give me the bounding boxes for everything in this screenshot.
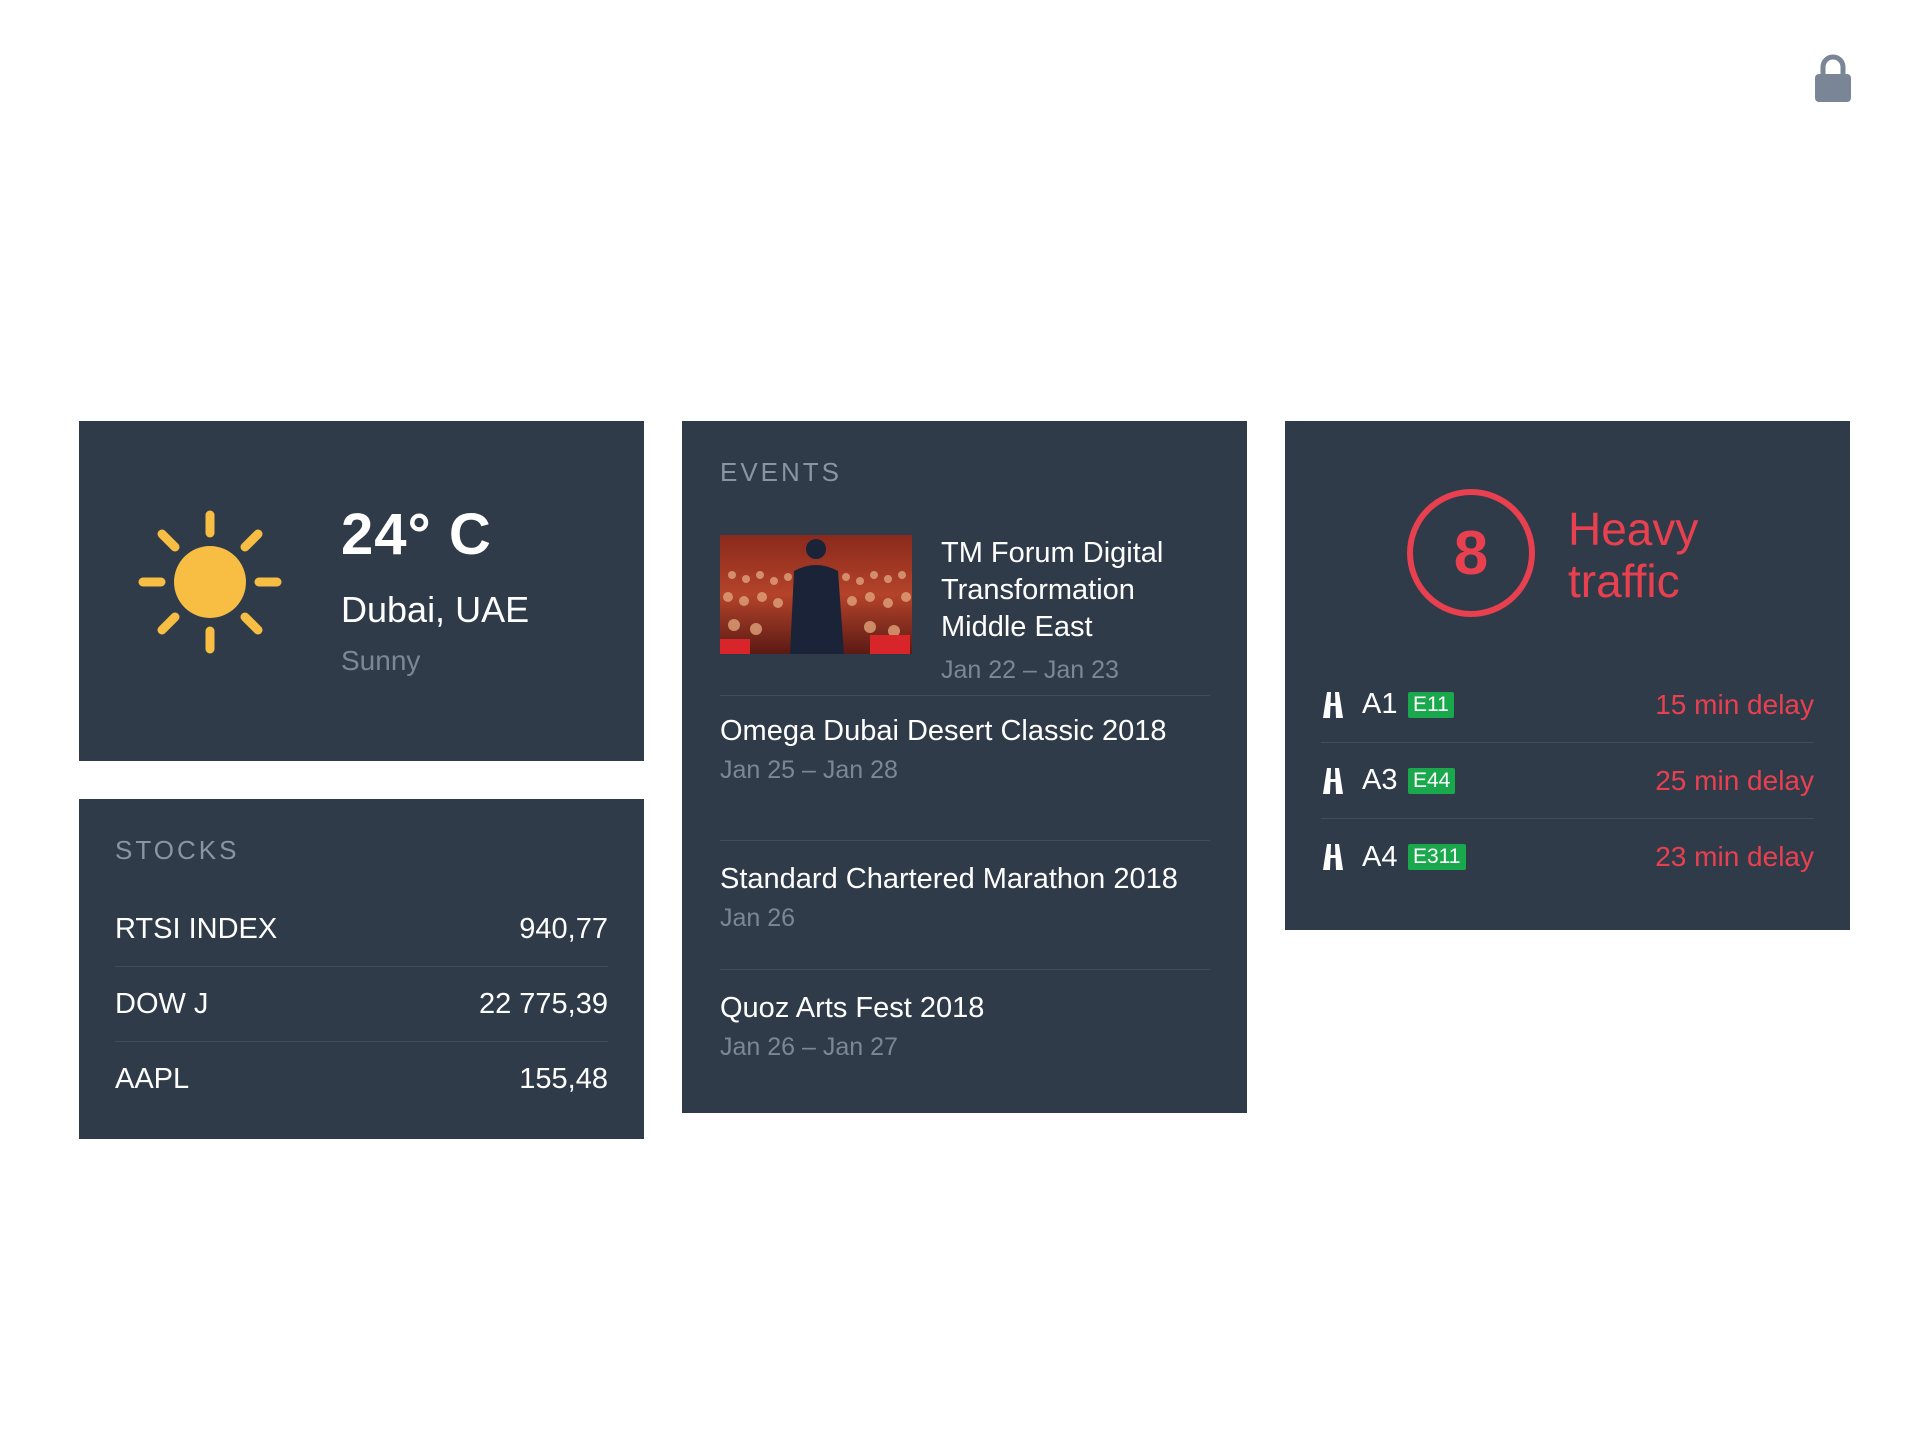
road-row[interactable]: A1 E11 15 min delay: [1321, 667, 1814, 743]
stock-list: RTSI INDEX 940,77 DOW J 22 775,39 AAPL 1…: [115, 892, 608, 1117]
road-icon: [1323, 844, 1343, 870]
road-row[interactable]: A4 E311 23 min delay: [1321, 819, 1814, 895]
stock-name: AAPL: [115, 1063, 190, 1095]
road-delay: 23 min delay: [1655, 841, 1814, 872]
traffic-status: Heavy traffic: [1568, 503, 1699, 607]
traffic-score: 8: [1407, 489, 1535, 617]
road-list: A1 E11 15 min delay A3 E44 25 min delay …: [1321, 667, 1814, 895]
stock-row[interactable]: AAPL 155,48: [115, 1042, 608, 1117]
weather-card[interactable]: 24° C Dubai, UAE Sunny: [79, 421, 644, 761]
events-card: EVENTS TM Forum Digital Transformation M…: [682, 421, 1247, 1113]
road-name: A3: [1362, 764, 1398, 796]
stock-value: 22 775,39: [478, 987, 608, 1020]
road-delay: 15 min delay: [1655, 688, 1814, 720]
location: Dubai, UAE: [341, 589, 530, 630]
road-name: A1: [1362, 688, 1398, 720]
lock-icon[interactable]: [1813, 52, 1853, 104]
event-title: Quoz Arts Fest 2018: [720, 992, 985, 1024]
road-delay: 25 min delay: [1655, 764, 1814, 796]
road-badge: E311: [1408, 844, 1466, 870]
event-item[interactable]: Quoz Arts Fest 2018 Jan 26 – Jan 27: [720, 970, 1210, 1090]
traffic-card[interactable]: 8 Heavy traffic A1 E11 15 min delay A3 E…: [1285, 421, 1850, 930]
stock-row[interactable]: DOW J 22 775,39: [115, 967, 608, 1042]
road-row[interactable]: A3 E44 25 min delay: [1321, 743, 1814, 819]
event-item[interactable]: Standard Chartered Marathon 2018 Jan 26: [720, 841, 1210, 970]
event-title: Standard Chartered Marathon 2018: [720, 863, 1178, 895]
event-thumbnail[interactable]: [720, 535, 912, 654]
event-dates: Jan 25 – Jan 28: [720, 756, 898, 784]
events-title: EVENTS: [720, 457, 843, 487]
road-badge: E44: [1408, 767, 1456, 794]
event-item[interactable]: Omega Dubai Desert Classic 2018 Jan 25 –…: [720, 713, 1210, 841]
event-title: TM Forum Digital Transformation Middle E…: [941, 537, 1164, 643]
stocks-title: STOCKS: [115, 835, 240, 865]
stock-row[interactable]: RTSI INDEX 940,77: [115, 892, 608, 967]
stock-name: RTSI INDEX: [115, 912, 278, 945]
road-icon: [1323, 767, 1343, 794]
event-title: Omega Dubai Desert Classic 2018: [720, 715, 1167, 747]
event-dates: Jan 26 – Jan 27: [720, 1033, 898, 1061]
stocks-card: STOCKS RTSI INDEX 940,77 DOW J 22 775,39…: [79, 799, 644, 1139]
temperature: 24° C: [341, 502, 492, 567]
road-name: A4: [1362, 840, 1398, 873]
sun-icon: [138, 510, 282, 654]
stock-value: 155,48: [519, 1063, 608, 1095]
stock-value: 940,77: [519, 912, 608, 945]
road-icon: [1323, 691, 1343, 718]
event-dates: Jan 26: [720, 904, 796, 932]
event-dates: Jan 22 – Jan 23: [941, 656, 1119, 684]
weather-condition: Sunny: [341, 645, 421, 676]
conference-speaker-photo: [720, 535, 912, 654]
event-item[interactable]: TM Forum Digital Transformation Middle E…: [720, 535, 1210, 696]
stock-name: DOW J: [115, 987, 209, 1020]
road-badge: E11: [1408, 691, 1454, 718]
